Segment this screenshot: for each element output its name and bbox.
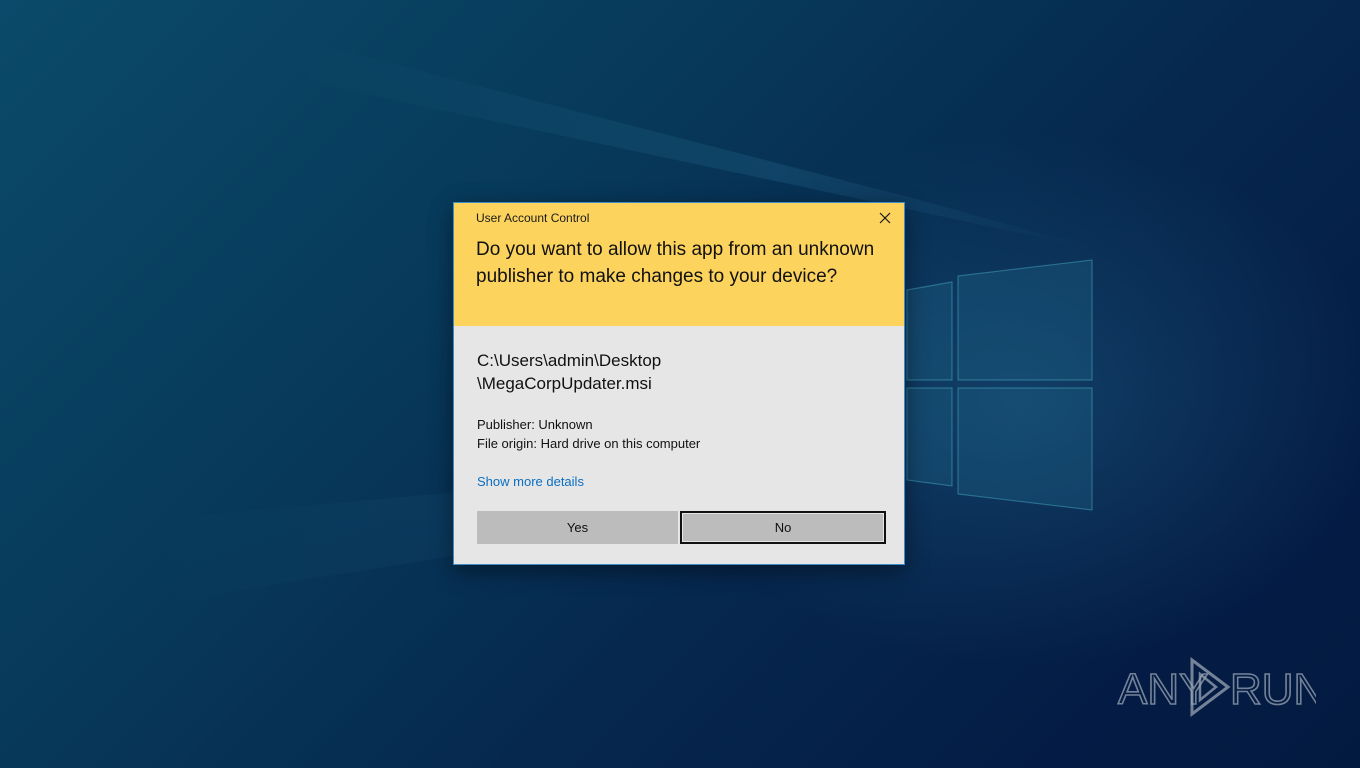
file-path-line1: C:\Users\admin\Desktop [477,351,662,370]
watermark-any-text: ANY [1118,665,1208,714]
publisher-text: Publisher: Unknown [477,417,593,432]
file-info: Publisher: Unknown File origin: Hard dri… [477,415,700,453]
show-more-details-link[interactable]: Show more details [477,474,584,489]
yes-button[interactable]: Yes [477,511,678,544]
file-origin-text: File origin: Hard drive on this computer [477,436,701,451]
window-title: User Account Control [476,211,590,225]
uac-header: User Account Control Do you want to allo… [454,203,904,326]
watermark-run-text: RUN [1230,665,1316,714]
anyrun-watermark: ANY RUN [1117,657,1316,717]
desktop-background: User Account Control Do you want to allo… [0,0,1360,768]
close-button[interactable] [872,207,898,229]
no-button[interactable]: No [680,511,886,544]
uac-dialog: User Account Control Do you want to allo… [453,202,905,565]
file-path: C:\Users\admin\Desktop \MegaCorpUpdater.m… [477,349,877,395]
close-icon [879,212,891,224]
file-path-line2: \MegaCorpUpdater.msi [477,374,652,393]
uac-question: Do you want to allow this app from an un… [476,239,875,287]
